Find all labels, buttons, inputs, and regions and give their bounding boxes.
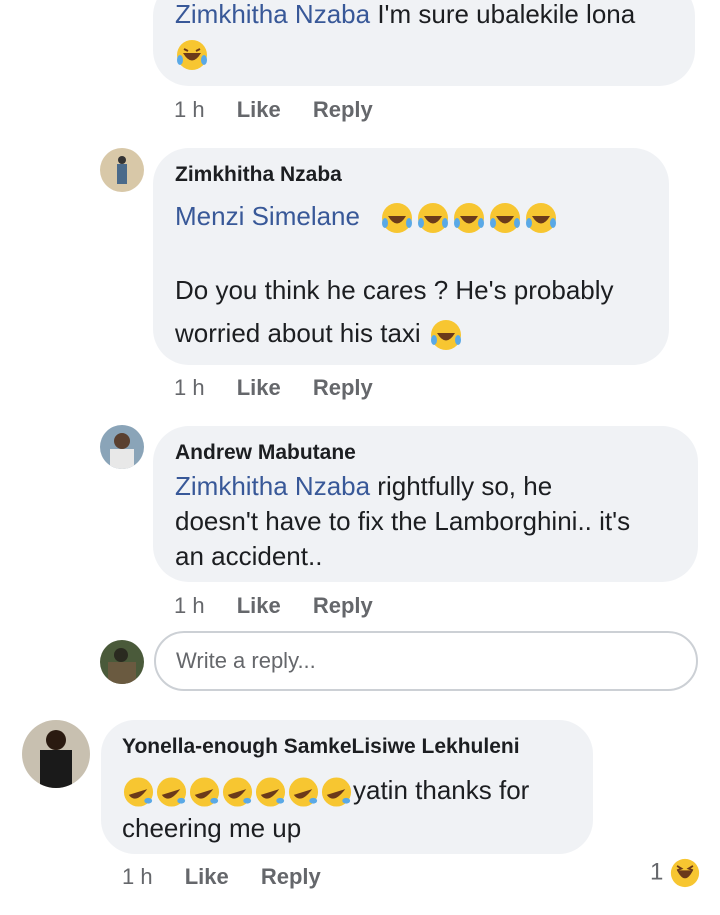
like-button[interactable]: Like [237,593,281,618]
timestamp: 1 h [174,593,205,618]
comment-text: Zimkhitha Nzaba rightfully so, he [175,471,553,501]
comment-actions: 1 h Like Reply [174,97,373,123]
comment-actions: 1 h Like Reply [174,593,373,619]
reply-button[interactable]: Reply [313,97,373,122]
laughing-tears-icon [526,203,557,234]
reaction-summary[interactable]: 1 [650,858,700,888]
rofl-icon [255,777,286,807]
reply-input[interactable]: Write a reply... [154,631,698,691]
reply-button[interactable]: Reply [313,593,373,618]
emoji-line [175,36,209,72]
comment-text: Zimkhitha Nzaba I'm sure ubalekile lona [175,0,636,29]
rofl-icon [222,777,253,807]
comment-text: Do you think he cares ? He's probably [175,275,614,305]
comment-actions: 1 h Like Reply [174,375,373,401]
comment-author[interactable]: Andrew Mabutane [175,441,356,465]
avatar[interactable] [100,148,144,192]
mention-link[interactable]: Zimkhitha Nzaba [175,471,370,501]
comment-text: Menzi Simelane [175,199,559,235]
comment-text: worried about his taxi [175,316,464,352]
laughing-tears-icon [177,40,207,71]
comment-author[interactable]: Zimkhitha Nzaba [175,163,342,187]
reply-button[interactable]: Reply [261,864,321,889]
timestamp: 1 h [174,97,205,122]
rofl-icon [189,777,220,807]
laughing-tears-icon [382,203,413,234]
like-button[interactable]: Like [237,97,281,122]
reply-button[interactable]: Reply [313,375,373,400]
reaction-count: 1 [649,858,664,886]
timestamp: 1 h [174,375,205,400]
comment-actions: 1 h Like Reply [122,864,321,890]
laughing-tears-icon [418,203,449,234]
comment-text: yatin thanks for [122,773,529,809]
rofl-icon [123,777,154,807]
avatar[interactable] [22,720,90,788]
rofl-icon [156,777,187,807]
rofl-icon [288,777,319,807]
rofl-icon [321,777,352,807]
haha-reaction-icon [670,858,700,888]
like-button[interactable]: Like [237,375,281,400]
comment-text: an accident.. [175,541,323,571]
mention-link[interactable]: Zimkhitha Nzaba [175,0,370,29]
laughing-tears-icon [490,203,521,234]
mention-link[interactable]: Menzi Simelane [175,201,360,231]
comment-author[interactable]: Yonella-enough SamkeLisiwe Lekhuleni [122,735,520,759]
timestamp: 1 h [122,864,153,889]
laughing-tears-icon [454,203,485,234]
comment-text: cheering me up [122,813,302,843]
laughing-tears-icon [430,320,461,351]
comment-text: doesn't have to fix the Lamborghini.. it… [175,506,631,536]
like-button[interactable]: Like [185,864,229,889]
current-user-avatar [100,640,144,684]
avatar[interactable] [100,425,144,469]
